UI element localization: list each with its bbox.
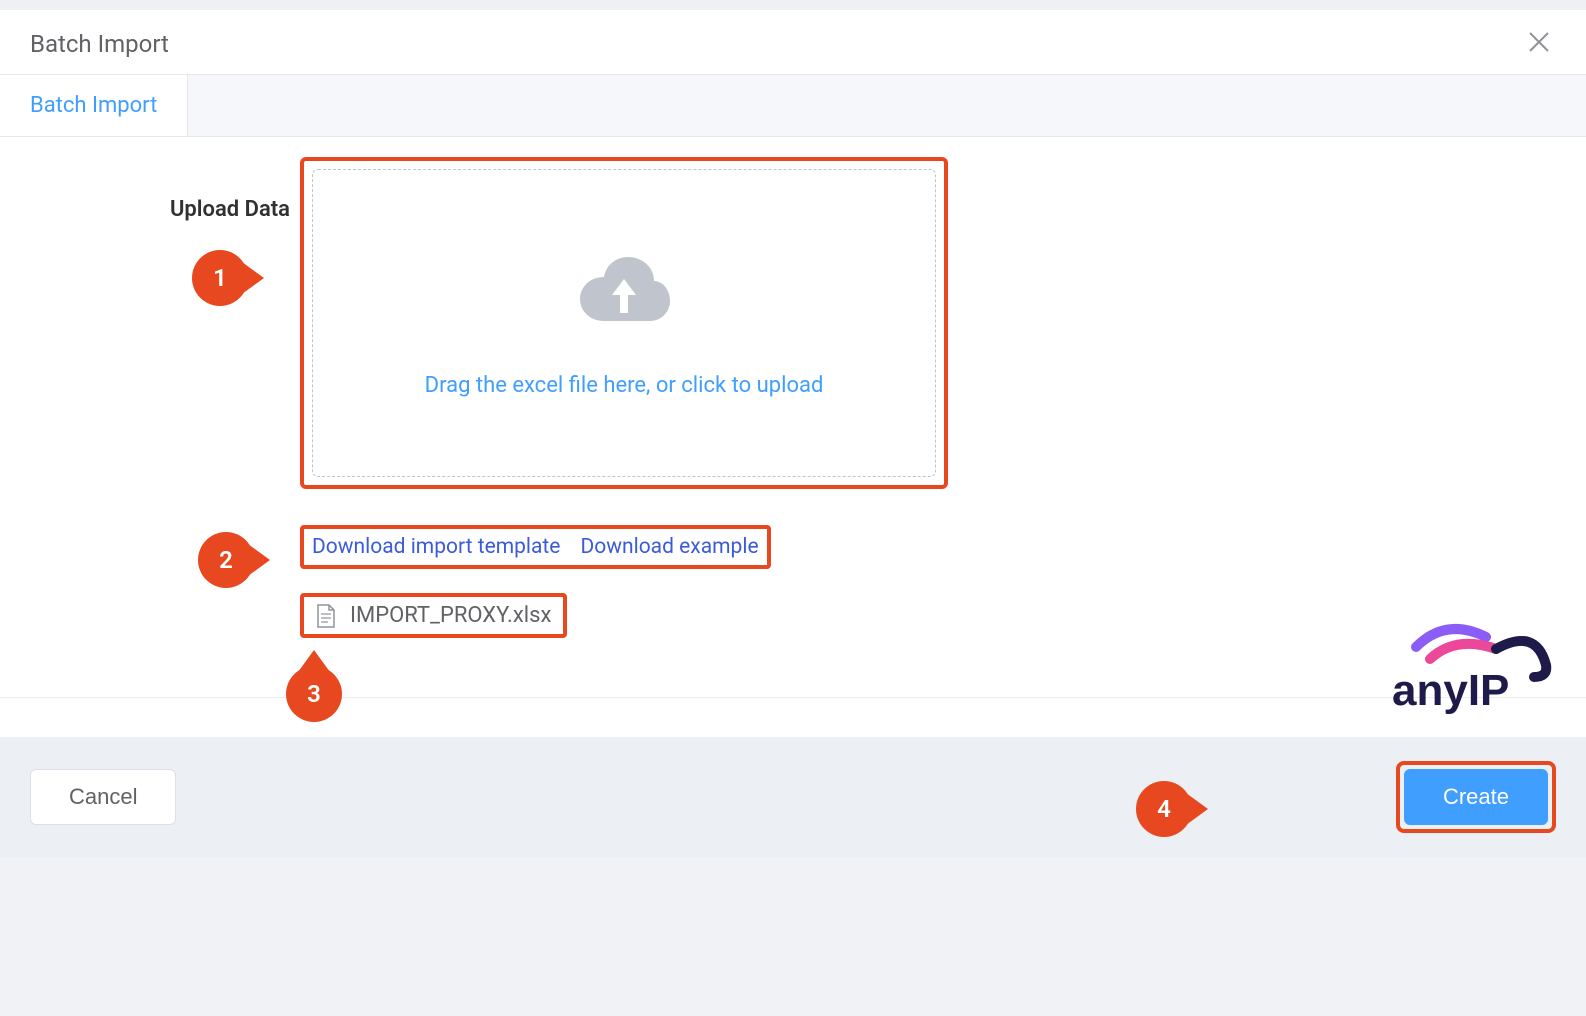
callout-3: 3: [286, 666, 342, 722]
create-button[interactable]: Create: [1404, 769, 1548, 825]
document-icon: [316, 604, 336, 628]
batch-import-dialog: Batch Import Batch Import Upload Data Dr…: [0, 10, 1586, 697]
download-template-link[interactable]: Download import template: [312, 535, 560, 559]
download-links-highlight: Download import template Download exampl…: [300, 525, 771, 569]
callout-2: 2: [198, 532, 254, 588]
uploaded-file-name[interactable]: IMPORT_PROXY.xlsx: [350, 603, 551, 628]
dialog-header: Batch Import: [0, 10, 1586, 75]
dropzone-highlight: Drag the excel file here, or click to up…: [300, 157, 948, 489]
callout-1: 1: [192, 250, 248, 306]
callout-4: 4: [1136, 781, 1192, 837]
cancel-button[interactable]: Cancel: [30, 769, 176, 825]
anyip-logo: anyIP: [1386, 607, 1562, 717]
dialog-footer: Cancel Create: [0, 737, 1586, 857]
top-spacer: [0, 0, 1586, 10]
dropzone-text: Drag the excel file here, or click to up…: [425, 373, 824, 398]
tab-filler: [187, 75, 1586, 136]
dialog-title: Batch Import: [30, 30, 169, 58]
create-button-highlight: Create: [1396, 761, 1556, 833]
content-area: Upload Data Drag the excel file here, or…: [0, 137, 1586, 697]
upload-section: Drag the excel file here, or click to up…: [300, 157, 948, 638]
close-icon[interactable]: [1522, 28, 1556, 60]
svg-text:anyIP: anyIP: [1392, 666, 1509, 715]
tabs: Batch Import: [0, 75, 1586, 137]
separator: [0, 697, 1586, 737]
cloud-upload-icon: [574, 249, 674, 325]
download-example-link[interactable]: Download example: [580, 535, 758, 559]
tab-batch-import[interactable]: Batch Import: [0, 75, 187, 136]
upload-label: Upload Data: [30, 157, 290, 222]
uploaded-file-highlight: IMPORT_PROXY.xlsx: [300, 593, 567, 638]
file-dropzone[interactable]: Drag the excel file here, or click to up…: [312, 169, 936, 477]
